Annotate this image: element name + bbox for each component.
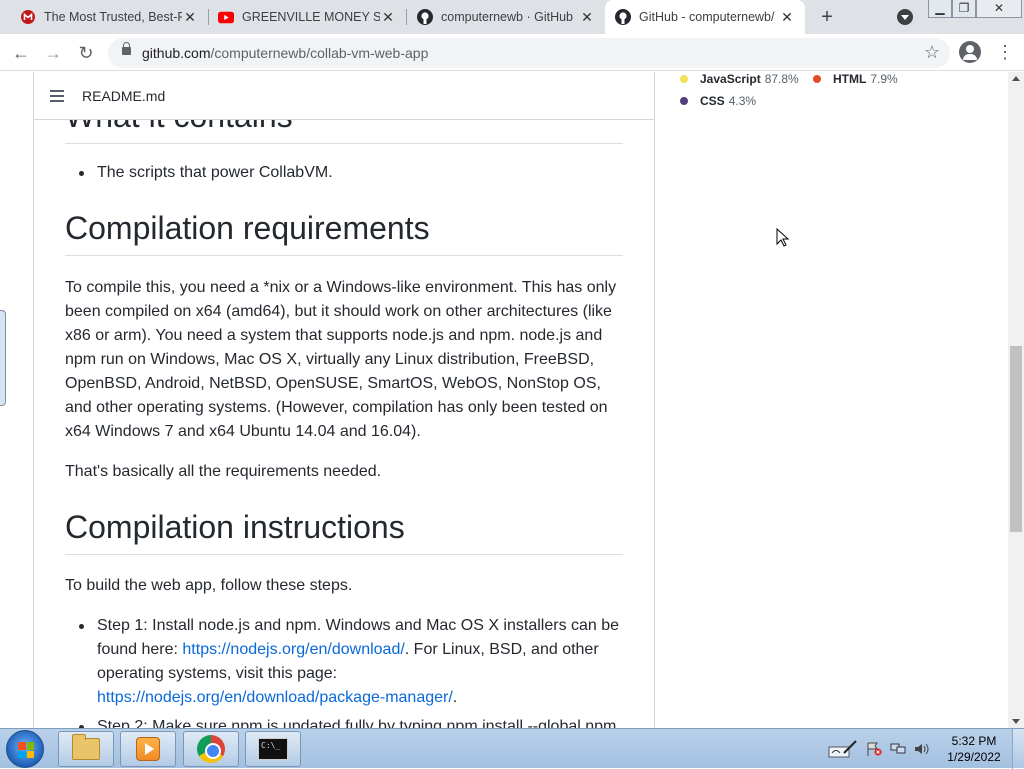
- browser-toolbar: ← → ↻ github.com/computernewb/collab-vm-…: [0, 34, 1024, 71]
- windows-logo-icon: [18, 742, 34, 758]
- instructions-intro: To build the web app, follow these steps…: [65, 577, 353, 594]
- show-desktop-button[interactable]: [1012, 729, 1024, 769]
- tab-title: GitHub - computernewb/: [639, 10, 775, 24]
- tab-title: The Most Trusted, Best-P: [44, 10, 182, 24]
- tab-youtube[interactable]: GREENVILLE MONEY SCR ✕: [208, 0, 406, 34]
- language-color-dot: [680, 75, 688, 83]
- profile-avatar-icon[interactable]: [959, 41, 981, 63]
- list-item-step-1: Step 1: Install node.js and npm. Windows…: [79, 614, 625, 710]
- address-bar[interactable]: github.com/computernewb/collab-vm-web-ap…: [108, 38, 950, 68]
- back-arrow-icon[interactable]: ←: [10, 42, 32, 64]
- restore-icon[interactable]: ❐: [952, 0, 976, 18]
- package-manager-link[interactable]: https://nodejs.org/en/download/package-m…: [97, 689, 453, 706]
- heading-compilation-instructions: Compilation instructions: [65, 509, 623, 555]
- taskbar-chrome[interactable]: [183, 731, 239, 767]
- folder-icon: [72, 734, 100, 760]
- youtube-icon: [218, 9, 234, 25]
- side-drawer-handle[interactable]: [0, 310, 6, 406]
- close-tab-icon[interactable]: ✕: [779, 9, 795, 26]
- tab-title: GREENVILLE MONEY SCR: [242, 10, 380, 24]
- browser-menu-icon[interactable]: ⋮: [996, 41, 1014, 63]
- mouse-cursor-icon: [776, 227, 790, 248]
- language-color-dot: [680, 97, 688, 105]
- windows-taskbar: C:\_ 5:32 PM 1/29/2022: [0, 728, 1024, 769]
- taskbar-command-prompt[interactable]: C:\_: [245, 731, 301, 767]
- language-name: CSS: [700, 94, 725, 108]
- language-javascript[interactable]: JavaScript 87.8%: [680, 72, 799, 86]
- readme-file-name[interactable]: README.md: [82, 88, 165, 104]
- language-percent: 4.3%: [728, 94, 757, 108]
- command-prompt-icon: C:\_: [258, 738, 288, 760]
- step1-text: .: [452, 689, 458, 706]
- list-item: The scripts that power CollabVM.: [79, 161, 625, 185]
- heading-compilation-requirements: Compilation requirements: [65, 210, 623, 256]
- language-percent: 87.8%: [764, 72, 799, 86]
- new-tab-plus-icon[interactable]: +: [816, 6, 838, 28]
- outline-list-icon[interactable]: [50, 89, 64, 102]
- tab-github-repo[interactable]: GitHub - computernewb/ ✕: [605, 0, 805, 34]
- tab-strip: The Most Trusted, Best-P ✕ GREENVILLE MO…: [0, 0, 1024, 34]
- page-scrollbar[interactable]: [1008, 72, 1024, 728]
- window-close-icon[interactable]: ✕: [976, 0, 1022, 18]
- close-tab-icon[interactable]: ✕: [380, 9, 396, 26]
- action-center-flag-icon[interactable]: [866, 742, 882, 756]
- language-percent: 7.9%: [870, 72, 898, 86]
- url-text[interactable]: github.com/computernewb/collab-vm-web-ap…: [142, 45, 428, 61]
- bookmark-star-icon[interactable]: ☆: [924, 42, 940, 63]
- chrome-icon: [197, 735, 225, 763]
- taskbar-media-player[interactable]: [120, 731, 176, 767]
- url-path: /computernewb/collab-vm-web-app: [210, 45, 429, 61]
- forward-arrow-icon[interactable]: →: [42, 42, 64, 64]
- mcafee-icon: [20, 9, 36, 25]
- tab-search-icon[interactable]: [897, 9, 913, 25]
- reload-icon[interactable]: ↻: [75, 42, 97, 64]
- taskbar-clock[interactable]: 5:32 PM 1/29/2022: [940, 733, 1008, 765]
- language-name: JavaScript: [700, 72, 761, 86]
- readme-box: README.md What it contains The scripts t…: [33, 72, 655, 728]
- language-html[interactable]: HTML 7.9%: [813, 72, 898, 86]
- language-color-dot: [813, 75, 821, 83]
- lock-icon[interactable]: [122, 42, 131, 55]
- start-button[interactable]: [6, 730, 44, 768]
- scroll-down-icon[interactable]: [1012, 719, 1020, 724]
- language-name: HTML: [833, 72, 867, 86]
- media-player-icon: [136, 737, 160, 761]
- tab-title: computernewb · GitHub: [441, 10, 574, 24]
- clock-time: 5:32 PM: [951, 734, 997, 748]
- taskbar-explorer[interactable]: [58, 731, 114, 767]
- readme-header: README.md: [34, 72, 654, 120]
- tab-mcafee[interactable]: The Most Trusted, Best-P ✕: [10, 0, 208, 34]
- url-host: github.com: [142, 45, 211, 61]
- github-icon: [615, 9, 631, 25]
- language-css[interactable]: CSS 4.3%: [680, 94, 756, 108]
- page-viewport: README.md What it contains The scripts t…: [0, 72, 1008, 728]
- github-icon: [417, 9, 433, 25]
- volume-icon[interactable]: [914, 742, 930, 756]
- scrollbar-thumb[interactable]: [1010, 346, 1022, 532]
- close-tab-icon[interactable]: ✕: [182, 9, 198, 26]
- list-item-step-2: Step 2: Make sure npm is updated fully b…: [79, 715, 625, 728]
- requirements-note: That's basically all the requirements ne…: [65, 463, 382, 480]
- tab-computernewb-github[interactable]: computernewb · GitHub ✕: [407, 0, 605, 34]
- clock-date: 1/29/2022: [947, 750, 1001, 764]
- handwriting-tablet-icon[interactable]: [828, 739, 858, 759]
- requirements-paragraph: To compile this, you need a *nix or a Wi…: [65, 279, 617, 440]
- window-controls: ▁ ❐ ✕: [928, 0, 1022, 18]
- system-tray: [820, 733, 930, 765]
- close-tab-icon[interactable]: ✕: [579, 9, 595, 26]
- network-icon[interactable]: [890, 742, 906, 756]
- nodejs-download-link[interactable]: https://nodejs.org/en/download/: [182, 641, 404, 658]
- scroll-up-icon[interactable]: [1012, 76, 1020, 81]
- minimize-icon[interactable]: ▁: [928, 0, 952, 18]
